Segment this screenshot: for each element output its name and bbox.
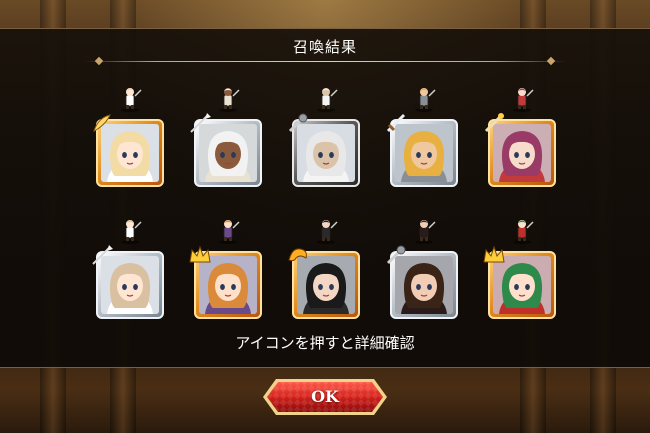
summon-result-icon[interactable] (92, 245, 164, 319)
title-divider (84, 61, 566, 62)
unit-sprite (213, 83, 243, 113)
unit-sprite (409, 83, 439, 113)
unit-sprite (507, 83, 537, 113)
summon-result-icon[interactable] (484, 113, 556, 187)
staff-class-icon (482, 112, 506, 134)
dragon-class-icon (286, 244, 310, 266)
screen-title: 召喚結果 (292, 38, 357, 56)
spear-class-icon (90, 244, 114, 266)
summon-result-icon[interactable] (386, 245, 458, 319)
crown-class-icon (482, 244, 506, 266)
crown-class-icon (188, 244, 212, 266)
unit-sprite (115, 83, 145, 113)
mace-class-icon (384, 244, 408, 266)
ok-button-label: OK (311, 387, 339, 406)
summon-result-icon[interactable] (288, 248, 360, 319)
mace-class-icon (286, 112, 310, 134)
spear-class-icon (188, 112, 212, 134)
ok-button[interactable]: OK (262, 378, 388, 416)
unit-sprite (115, 215, 145, 245)
summon-result-icon[interactable] (190, 113, 262, 187)
unit-sprite (409, 215, 439, 245)
unit-sprite (311, 215, 341, 245)
summon-result-icon[interactable] (386, 113, 458, 187)
summon-result-icon[interactable] (288, 113, 360, 187)
feather-class-icon (90, 112, 114, 134)
summon-result-icon[interactable] (189, 245, 262, 319)
summon-result-icon[interactable] (483, 245, 556, 319)
unit-sprite (507, 215, 537, 245)
summon-result-icon[interactable] (93, 114, 164, 187)
unit-sprite (311, 83, 341, 113)
unit-sprite (213, 215, 243, 245)
hint-text: アイコンを押すと詳細確認 (235, 334, 415, 352)
sword-class-icon (384, 112, 408, 134)
